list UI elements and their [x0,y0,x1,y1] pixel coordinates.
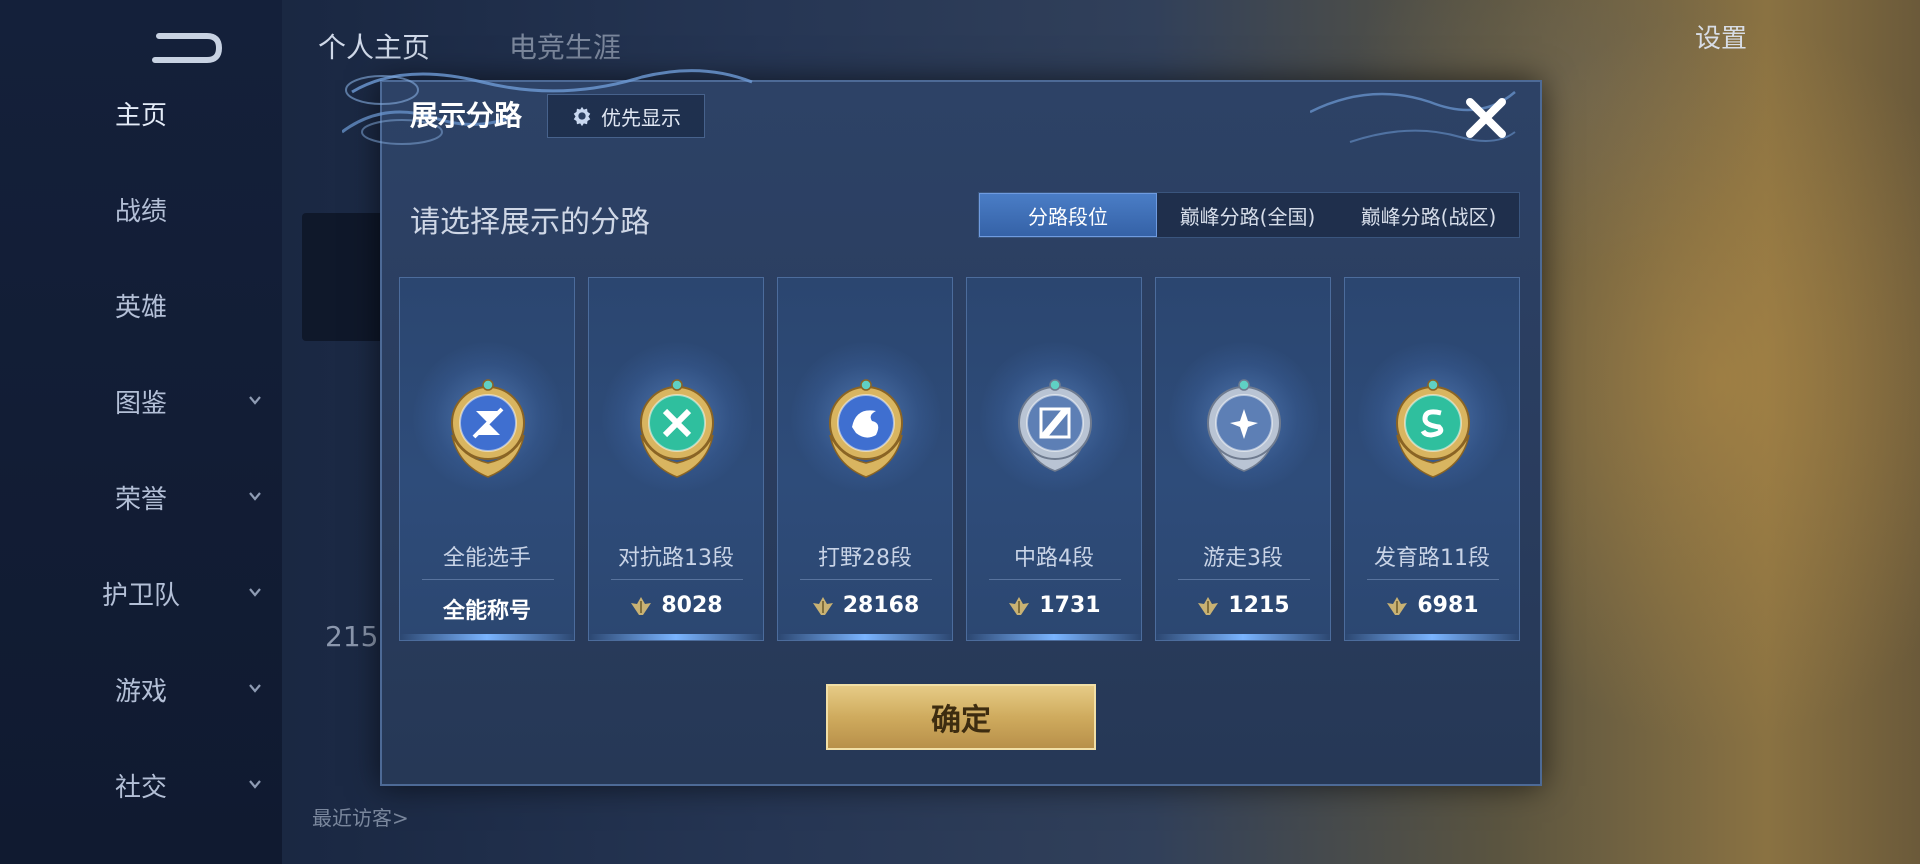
jungle-badge-icon [829,379,903,478]
all-round-badge-icon [451,379,525,478]
divider [1178,579,1310,580]
lane-name: 发育路11段 [1374,546,1490,571]
lane-display-dialog: 展示分路 优先显示 请选择展示的分路 分路段位 巅峰分路(全国) 巅峰分路(战区) … [342,69,1542,786]
sidebar-item[interactable]: 英雄 [0,275,282,335]
lane-score-icon [1387,596,1408,615]
lane-score-icon [1198,596,1219,615]
lane-score: 28168 [778,593,952,618]
sidebar-item-label: 护卫队 [101,580,180,611]
sidebar-item[interactable]: 荣誉 [0,467,282,527]
tab-lane-type[interactable]: 巅峰分路(战区) [1338,193,1519,237]
chevron-down-icon [249,396,261,405]
divider [422,579,554,580]
lane-score-value: 28168 [842,593,920,618]
sidebar-item[interactable]: 社交 [0,755,282,815]
sidebar-item-label: 游戏 [114,676,167,707]
settings-button[interactable]: 设置 [1695,18,1747,55]
lane-type-tabs: 分路段位 巅峰分路(全国) 巅峰分路(战区) [978,192,1520,238]
lane-score: 全能称号 [400,593,574,625]
chevron-down-icon [249,684,261,693]
dialog-subtitle: 请选择展示的分路 [410,205,650,240]
lane-score-value: 全能称号 [442,599,531,624]
lane-card[interactable]: 对抗路13段 8028 [588,277,764,641]
chevron-down-icon [249,588,261,597]
lane-score: 1215 [1156,593,1330,618]
back-arrow-icon[interactable] [145,28,225,68]
card-highlight [967,634,1141,640]
tab-esports[interactable]: 电竞生涯 [509,31,621,64]
tab-lane-type[interactable]: 巅峰分路(全国) [1157,193,1338,237]
tab-lane-type[interactable]: 分路段位 [979,193,1157,237]
dialog-title: 展示分路 [410,99,523,132]
sidebar-item[interactable]: 战绩 [0,179,282,239]
mid-lane-badge-icon [1018,379,1092,472]
tab-profile[interactable]: 个人主页 [318,31,430,64]
lane-score-icon [812,596,833,615]
card-highlight [589,634,763,640]
gear-icon [573,106,591,127]
lane-score-value: 1731 [1039,593,1101,618]
lane-name: 对抗路13段 [618,546,734,571]
lane-name: 游走3段 [1203,546,1283,571]
confirm-button[interactable]: 确定 [826,684,1096,750]
divider [1367,579,1499,580]
clash-lane-badge-icon [640,379,714,478]
priority-display-label: 优先显示 [601,105,681,130]
sidebar-item-label: 社交 [114,772,167,803]
divider [800,579,932,580]
lane-name: 中路4段 [1014,546,1094,571]
lane-score-value: 6981 [1417,593,1479,618]
sidebar-item-label: 主页 [114,100,167,131]
card-highlight [1156,634,1330,640]
roam-badge-icon [1207,379,1281,472]
close-icon[interactable] [1462,94,1510,142]
lane-card[interactable]: 中路4段 1731 [966,277,1142,641]
lane-card[interactable]: 全能选手 全能称号 [399,277,575,641]
lane-score: 6981 [1345,593,1519,618]
lane-card[interactable]: 打野28段 28168 [777,277,953,641]
sidebar: 主页战绩英雄图鉴荣誉护卫队游戏社交 [0,0,282,864]
sidebar-item-label: 图鉴 [114,388,167,419]
lane-score-icon [631,596,652,615]
card-highlight [400,634,574,640]
card-highlight [778,634,952,640]
lane-score-value: 8028 [661,593,723,618]
lane-score-value: 1215 [1228,593,1290,618]
sidebar-item-label: 荣誉 [114,484,167,515]
divider [611,579,743,580]
lane-score: 1731 [967,593,1141,618]
priority-display-button[interactable]: 优先显示 [547,94,705,138]
sidebar-item[interactable]: 护卫队 [0,563,282,623]
sidebar-item-label: 英雄 [114,292,167,323]
lane-name: 全能选手 [442,546,531,571]
divider [989,579,1121,580]
sidebar-item[interactable]: 主页 [0,83,282,143]
recent-visitors-link[interactable]: 最近访客> [312,802,409,831]
sidebar-item[interactable]: 游戏 [0,659,282,719]
card-highlight [1345,634,1519,640]
farm-lane-badge-icon [1396,379,1470,478]
lane-name: 打野28段 [818,546,912,571]
lane-card-list: 全能选手 全能称号 对抗路13段 8028 打野28段 28168 中路4段 1731 游走3段… [399,277,1523,641]
top-tabs: 个人主页 电竞生涯 [318,26,691,66]
sidebar-item[interactable]: 图鉴 [0,371,282,431]
lane-card[interactable]: 游走3段 1215 [1155,277,1331,641]
sidebar-item-label: 战绩 [114,196,167,227]
lane-score-icon [1009,596,1030,615]
chevron-down-icon [249,492,261,501]
chevron-down-icon [249,780,261,789]
lane-card[interactable]: 发育路11段 6981 [1344,277,1520,641]
lane-score: 8028 [589,593,763,618]
